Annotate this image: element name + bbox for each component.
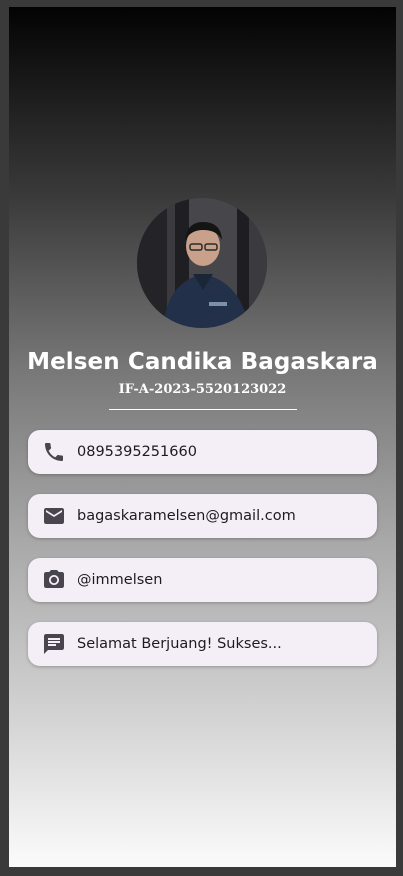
message-card[interactable]: Selamat Berjuang! Sukses... <box>28 622 377 666</box>
instagram-handle: @immelsen <box>77 572 163 588</box>
message-text: Selamat Berjuang! Sukses... <box>77 636 282 652</box>
instagram-card[interactable]: @immelsen <box>28 558 377 602</box>
profile-student-id: IF-A-2023-5520123022 <box>118 382 287 397</box>
phone-number: 0895395251660 <box>77 444 197 460</box>
phone-card[interactable]: 0895395251660 <box>28 430 377 474</box>
email-icon <box>42 504 66 528</box>
camera-icon <box>42 568 66 592</box>
email-card[interactable]: bagaskaramelsen@gmail.com <box>28 494 377 538</box>
divider <box>109 409 297 410</box>
profile-avatar <box>137 198 267 328</box>
message-icon <box>42 632 66 656</box>
profile-name: Melsen Candika Bagaskara <box>27 349 378 375</box>
app-screen: Melsen Candika Bagaskara IF-A-2023-55201… <box>9 7 396 867</box>
email-address: bagaskaramelsen@gmail.com <box>77 508 296 524</box>
phone-icon <box>42 440 66 464</box>
